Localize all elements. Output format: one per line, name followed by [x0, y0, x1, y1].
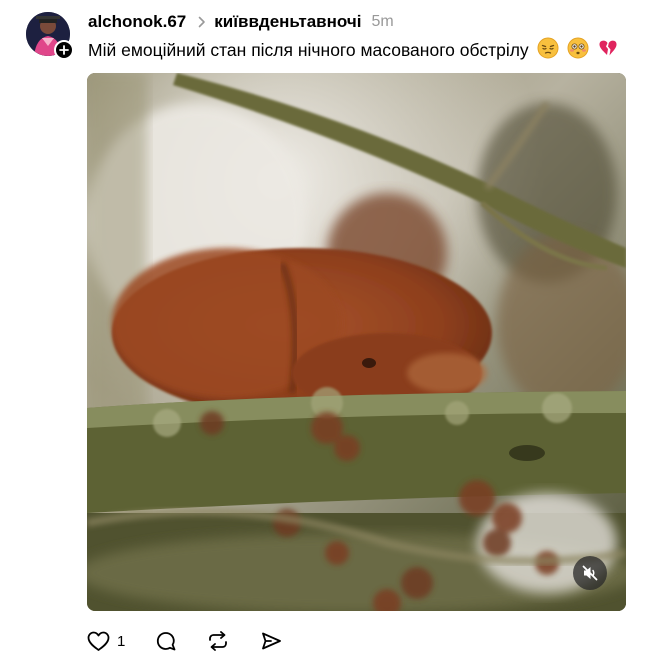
plus-icon — [59, 45, 69, 55]
username-link[interactable]: alchonok.67 — [88, 12, 186, 32]
speaker-muted-icon — [582, 565, 598, 581]
post-caption: Мій емоційний стан після нічного масован… — [88, 37, 619, 64]
like-count: 1 — [117, 632, 126, 650]
post-timestamp[interactable]: 5m — [371, 13, 393, 31]
caption-text: Мій емоційний стан після нічного масован… — [88, 39, 529, 60]
follow-button[interactable] — [54, 40, 74, 60]
like-button[interactable]: 1 — [87, 631, 125, 652]
thread-post: alchonok.67 київвденьтавночі 5m Мій емоц… — [0, 0, 645, 664]
post-video[interactable] — [87, 73, 626, 611]
post-header: alchonok.67 київвденьтавночі 5m — [88, 11, 394, 33]
heart-icon — [87, 631, 110, 651]
mute-toggle-button[interactable] — [573, 556, 607, 590]
broken-heart-emoji — [597, 37, 619, 64]
repost-icon — [209, 631, 228, 651]
repost-button[interactable] — [206, 630, 230, 652]
reply-button[interactable] — [155, 630, 177, 652]
video-frame-image — [87, 73, 626, 611]
comment-bubble-icon — [157, 632, 176, 651]
chevron-right-icon — [198, 16, 206, 28]
pensive-face-emoji — [537, 37, 559, 64]
avatar-container[interactable] — [26, 12, 74, 60]
send-icon — [262, 632, 282, 650]
topic-tag-link[interactable]: київвденьтавночі — [214, 12, 361, 32]
post-actions: 1 — [87, 628, 282, 654]
flushed-face-emoji — [567, 37, 589, 64]
share-button[interactable] — [260, 630, 282, 652]
